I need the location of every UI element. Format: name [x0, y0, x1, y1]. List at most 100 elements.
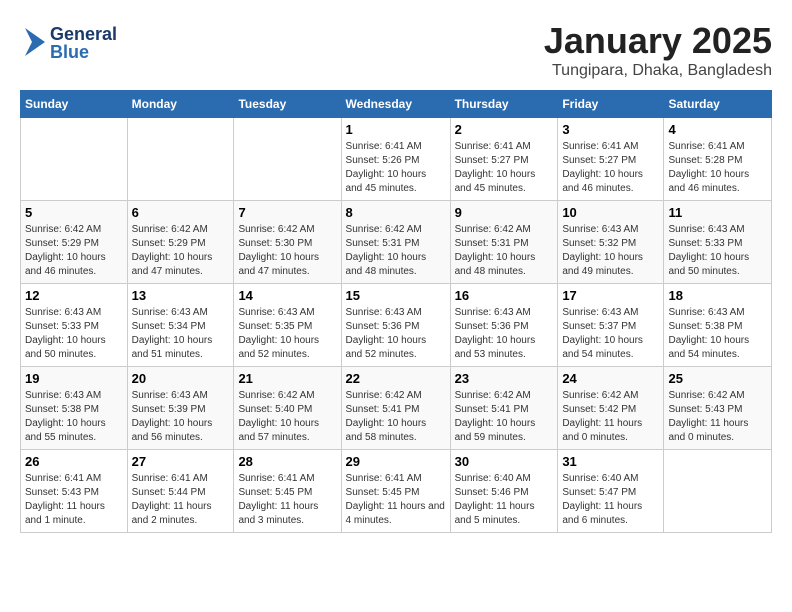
calendar-cell — [127, 118, 234, 201]
calendar-cell: 6Sunrise: 6:42 AM Sunset: 5:29 PM Daylig… — [127, 201, 234, 284]
day-number: 26 — [25, 454, 123, 469]
week-row-3: 12 Sunrise: 6:43 AM Sunset: 5:33 PM Dayli… — [21, 284, 772, 367]
day-info: Sunrise: 6:41 AM Sunset: 5:45 PM Dayligh… — [346, 472, 446, 528]
day-number: 9 — [455, 205, 554, 220]
day-info: Sunrise: 6:43 AM Sunset: 5:37 PM Dayligh… — [562, 306, 659, 362]
calendar-cell: 3 Sunrise: 6:41 AM Sunset: 5:27 PM Daylig… — [558, 118, 664, 201]
calendar-cell: 30 Sunrise: 6:40 AM Sunset: 5:46 PM Dayli… — [450, 450, 558, 533]
week-row-1: 1 Sunrise: 6:41 AM Sunset: 5:26 PM Daylig… — [21, 118, 772, 201]
logo: GeneralBlue — [20, 20, 140, 65]
calendar-cell — [21, 118, 128, 201]
day-info: Sunrise: 6:40 AM Sunset: 5:47 PM Dayligh… — [562, 472, 659, 528]
day-number: 8 — [346, 205, 446, 220]
day-info: Sunrise: 6:43 AM Sunset: 5:36 PM Dayligh… — [346, 306, 446, 362]
header-day-sunday: Sunday — [21, 91, 128, 118]
day-number: 5 — [25, 205, 123, 220]
day-info: Sunrise: 6:42 AM Sunset: 5:31 PM Dayligh… — [455, 223, 554, 279]
calendar-cell — [664, 450, 772, 533]
calendar-cell: 5 Sunrise: 6:42 AM Sunset: 5:29 PM Daylig… — [21, 201, 128, 284]
logo-svg: GeneralBlue — [20, 20, 140, 65]
day-number: 13 — [132, 288, 230, 303]
week-row-5: 26 Sunrise: 6:41 AM Sunset: 5:43 PM Dayli… — [21, 450, 772, 533]
calendar-cell: 14 Sunrise: 6:43 AM Sunset: 5:35 PM Dayli… — [234, 284, 341, 367]
calendar-cell: 18 Sunrise: 6:43 AM Sunset: 5:38 PM Dayli… — [664, 284, 772, 367]
day-number: 21 — [238, 371, 336, 386]
day-info: Sunrise: 6:43 AM Sunset: 5:35 PM Dayligh… — [238, 306, 336, 362]
calendar-cell: 29 Sunrise: 6:41 AM Sunset: 5:45 PM Dayli… — [341, 450, 450, 533]
calendar-cell: 26 Sunrise: 6:41 AM Sunset: 5:43 PM Dayli… — [21, 450, 128, 533]
calendar-cell: 25 Sunrise: 6:42 AM Sunset: 5:43 PM Dayli… — [664, 367, 772, 450]
calendar-cell: 2Sunrise: 6:41 AM Sunset: 5:27 PM Daylig… — [450, 118, 558, 201]
header-day-thursday: Thursday — [450, 91, 558, 118]
week-row-4: 19 Sunrise: 6:43 AM Sunset: 5:38 PM Dayli… — [21, 367, 772, 450]
calendar-cell: 9 Sunrise: 6:42 AM Sunset: 5:31 PM Daylig… — [450, 201, 558, 284]
day-info: Sunrise: 6:41 AM Sunset: 5:26 PM Dayligh… — [346, 140, 446, 196]
calendar-cell: 1 Sunrise: 6:41 AM Sunset: 5:26 PM Daylig… — [341, 118, 450, 201]
week-row-2: 5 Sunrise: 6:42 AM Sunset: 5:29 PM Daylig… — [21, 201, 772, 284]
month-title: January 2025 — [544, 20, 772, 62]
day-info: Sunrise: 6:43 AM Sunset: 5:39 PM Dayligh… — [132, 389, 230, 445]
header-row: SundayMondayTuesdayWednesdayThursdayFrid… — [21, 91, 772, 118]
day-info: Sunrise: 6:42 AM Sunset: 5:31 PM Dayligh… — [346, 223, 446, 279]
day-number: 31 — [562, 454, 659, 469]
title-section: January 2025 Tungipara, Dhaka, Banglades… — [544, 20, 772, 80]
day-number: 22 — [346, 371, 446, 386]
calendar-cell: 15 Sunrise: 6:43 AM Sunset: 5:36 PM Dayli… — [341, 284, 450, 367]
day-number: 30 — [455, 454, 554, 469]
day-info: Sunrise: 6:43 AM Sunset: 5:34 PM Dayligh… — [132, 306, 230, 362]
calendar-table: SundayMondayTuesdayWednesdayThursdayFrid… — [20, 90, 772, 533]
day-number: 7 — [238, 205, 336, 220]
day-number: 19 — [25, 371, 123, 386]
day-info: Sunrise: 6:42 AM Sunset: 5:29 PM Dayligh… — [25, 223, 123, 279]
day-info: Sunrise: 6:42 AM Sunset: 5:43 PM Dayligh… — [668, 389, 767, 445]
day-info: Sunrise: 6:43 AM Sunset: 5:32 PM Dayligh… — [562, 223, 659, 279]
day-number: 28 — [238, 454, 336, 469]
day-number: 11 — [668, 205, 767, 220]
day-number: 27 — [132, 454, 230, 469]
day-info: Sunrise: 6:41 AM Sunset: 5:27 PM Dayligh… — [562, 140, 659, 196]
calendar-cell: 11Sunrise: 6:43 AM Sunset: 5:33 PM Dayli… — [664, 201, 772, 284]
day-number: 17 — [562, 288, 659, 303]
calendar-cell: 16Sunrise: 6:43 AM Sunset: 5:36 PM Dayli… — [450, 284, 558, 367]
day-number: 6 — [132, 205, 230, 220]
day-number: 12 — [25, 288, 123, 303]
day-info: Sunrise: 6:41 AM Sunset: 5:44 PM Dayligh… — [132, 472, 230, 528]
day-number: 20 — [132, 371, 230, 386]
header-day-monday: Monday — [127, 91, 234, 118]
day-info: Sunrise: 6:43 AM Sunset: 5:33 PM Dayligh… — [25, 306, 123, 362]
day-number: 10 — [562, 205, 659, 220]
location-title: Tungipara, Dhaka, Bangladesh — [544, 62, 772, 80]
calendar-cell: 4Sunrise: 6:41 AM Sunset: 5:28 PM Daylig… — [664, 118, 772, 201]
day-info: Sunrise: 6:43 AM Sunset: 5:36 PM Dayligh… — [455, 306, 554, 362]
calendar-cell: 27 Sunrise: 6:41 AM Sunset: 5:44 PM Dayli… — [127, 450, 234, 533]
header-day-saturday: Saturday — [664, 91, 772, 118]
day-info: Sunrise: 6:43 AM Sunset: 5:38 PM Dayligh… — [668, 306, 767, 362]
day-info: Sunrise: 6:42 AM Sunset: 5:40 PM Dayligh… — [238, 389, 336, 445]
header-day-wednesday: Wednesday — [341, 91, 450, 118]
day-number: 3 — [562, 122, 659, 137]
calendar-cell: 28 Sunrise: 6:41 AM Sunset: 5:45 PM Dayli… — [234, 450, 341, 533]
day-number: 1 — [346, 122, 446, 137]
day-info: Sunrise: 6:41 AM Sunset: 5:43 PM Dayligh… — [25, 472, 123, 528]
page-header: GeneralBlue January 2025 Tungipara, Dhak… — [20, 20, 772, 80]
calendar-cell: 19 Sunrise: 6:43 AM Sunset: 5:38 PM Dayli… — [21, 367, 128, 450]
calendar-cell: 10 Sunrise: 6:43 AM Sunset: 5:32 PM Dayli… — [558, 201, 664, 284]
day-number: 29 — [346, 454, 446, 469]
header-day-tuesday: Tuesday — [234, 91, 341, 118]
day-info: Sunrise: 6:41 AM Sunset: 5:45 PM Dayligh… — [238, 472, 336, 528]
day-number: 25 — [668, 371, 767, 386]
day-info: Sunrise: 6:40 AM Sunset: 5:46 PM Dayligh… — [455, 472, 554, 528]
day-info: Sunrise: 6:42 AM Sunset: 5:30 PM Dayligh… — [238, 223, 336, 279]
header-day-friday: Friday — [558, 91, 664, 118]
day-info: Sunrise: 6:43 AM Sunset: 5:38 PM Dayligh… — [25, 389, 123, 445]
calendar-cell: 13 Sunrise: 6:43 AM Sunset: 5:34 PM Dayli… — [127, 284, 234, 367]
day-number: 15 — [346, 288, 446, 303]
calendar-cell: 20 Sunrise: 6:43 AM Sunset: 5:39 PM Dayli… — [127, 367, 234, 450]
day-info: Sunrise: 6:41 AM Sunset: 5:28 PM Dayligh… — [668, 140, 767, 196]
day-info: Sunrise: 6:42 AM Sunset: 5:42 PM Dayligh… — [562, 389, 659, 445]
day-info: Sunrise: 6:41 AM Sunset: 5:27 PM Dayligh… — [455, 140, 554, 196]
day-info: Sunrise: 6:42 AM Sunset: 5:41 PM Dayligh… — [346, 389, 446, 445]
day-number: 18 — [668, 288, 767, 303]
day-number: 14 — [238, 288, 336, 303]
calendar-cell: 22 Sunrise: 6:42 AM Sunset: 5:41 PM Dayli… — [341, 367, 450, 450]
